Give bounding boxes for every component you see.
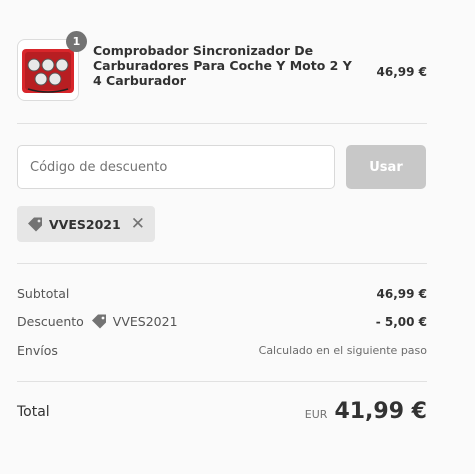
- product-price: 46,99 €: [376, 65, 427, 79]
- subtotal-label: Subtotal: [17, 286, 70, 301]
- subtotal-row: Subtotal 46,99 €: [17, 286, 427, 301]
- discount-label: Descuento: [17, 314, 84, 329]
- total-value: 41,99 €: [334, 399, 427, 424]
- shipping-row: Envíos Calculado en el siguiente paso: [17, 343, 427, 358]
- shipping-label: Envíos: [17, 343, 58, 358]
- discount-code-chip: VVES2021: [91, 314, 178, 329]
- discount-code-text: VVES2021: [112, 314, 178, 329]
- applied-discount-tag: VVES2021 ✕: [17, 206, 155, 242]
- order-summary: 1 Comprobador Sincronizador De Carburado…: [0, 0, 475, 474]
- remove-discount-icon[interactable]: ✕: [131, 215, 145, 233]
- discount-value: - 5,00 €: [375, 314, 427, 329]
- applied-discount-code: VVES2021: [49, 216, 121, 232]
- discount-row: Descuento VVES2021 - 5,00 €: [17, 314, 427, 329]
- divider: [17, 263, 427, 264]
- subtotal-value: 46,99 €: [376, 286, 427, 301]
- tag-icon: [27, 217, 44, 232]
- divider: [17, 381, 427, 382]
- total-label: Total: [17, 403, 50, 420]
- total-row: Total EUR 41,99 €: [17, 399, 427, 424]
- quantity-badge: 1: [66, 31, 87, 52]
- apply-discount-button[interactable]: Usar: [346, 145, 426, 189]
- divider: [17, 123, 427, 124]
- discount-code-input[interactable]: [17, 145, 335, 189]
- currency-code: EUR: [304, 408, 328, 421]
- carburetor-tester-kit-icon: [22, 49, 74, 93]
- shipping-value: Calculado en el siguiente paso: [258, 344, 427, 357]
- product-name: Comprobador Sincronizador De Carburadore…: [93, 43, 352, 88]
- tag-icon: [91, 314, 106, 329]
